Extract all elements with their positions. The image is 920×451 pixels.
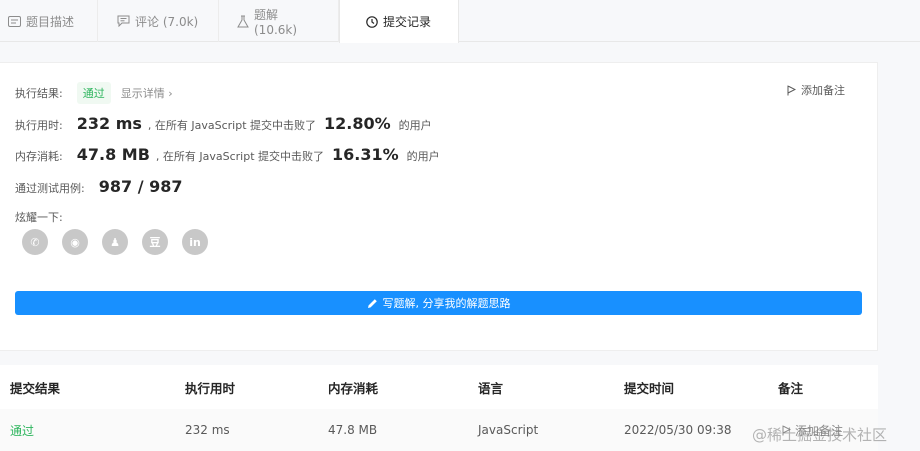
- tab-label: 题目描述: [26, 14, 75, 29]
- row-runtime: 232 ms: [185, 423, 230, 437]
- runtime-label: 执行用时:: [15, 119, 63, 132]
- flask-icon: [237, 15, 249, 27]
- tab-label: 提交记录: [383, 15, 432, 29]
- header-time: 提交时间: [624, 380, 675, 396]
- tab-description[interactable]: 题目描述: [0, 0, 98, 42]
- tab-label: 题解 (10.6k): [254, 7, 298, 37]
- runtime-middle-text: , 在所有 JavaScript 提交中击败了: [147, 119, 317, 132]
- status-badge: 通过: [76, 82, 111, 104]
- qq-icon[interactable]: ♟: [102, 229, 128, 255]
- write-solution-button[interactable]: 写题解, 分享我的解题思路: [15, 291, 862, 315]
- add-note-label: 添加备注: [801, 84, 845, 97]
- flag-icon: [787, 85, 796, 95]
- tab-label: 评论 (7.0k): [135, 14, 199, 29]
- show-details-link[interactable]: 显示详情 ›: [121, 85, 173, 101]
- share-label: 炫耀一下:: [15, 211, 63, 224]
- add-note-button[interactable]: 添加备注: [787, 82, 845, 98]
- share-icons: ✆ ◉ ♟ 豆 in: [22, 229, 208, 255]
- header-status: 提交结果: [10, 380, 61, 396]
- row-time: 2022/05/30 09:38: [624, 423, 732, 437]
- clock-icon: [366, 15, 378, 28]
- share-row: 炫耀一下:: [15, 209, 63, 225]
- result-row: 执行结果: 通过 显示详情 ›: [15, 82, 173, 104]
- memory-percent: 16.31%: [332, 145, 399, 164]
- tab-solutions[interactable]: 题解 (10.6k): [219, 0, 339, 42]
- description-icon: [8, 15, 21, 27]
- tests-label: 通过测试用例:: [15, 182, 85, 195]
- runtime-value: 232 ms: [76, 114, 142, 133]
- memory-suffix: 的用户: [406, 150, 440, 163]
- header-memory: 内存消耗: [328, 380, 379, 396]
- wechat-icon[interactable]: ✆: [22, 229, 48, 255]
- table-header: 提交结果 执行用时 内存消耗 语言 提交时间 备注: [0, 365, 878, 409]
- runtime-suffix: 的用户: [398, 119, 432, 132]
- comment-icon: [117, 15, 130, 27]
- tab-submissions[interactable]: 提交记录: [339, 0, 459, 43]
- runtime-row: 执行用时: 232 ms , 在所有 JavaScript 提交中击败了 12.…: [15, 114, 432, 133]
- tab-comments[interactable]: 评论 (7.0k): [98, 0, 219, 42]
- watermark: @稀土掘金技术社区: [752, 426, 888, 444]
- runtime-percent: 12.80%: [324, 114, 391, 133]
- memory-label: 内存消耗:: [15, 150, 63, 163]
- memory-row: 内存消耗: 47.8 MB , 在所有 JavaScript 提交中击败了 16…: [15, 145, 440, 164]
- header-note: 备注: [778, 380, 804, 396]
- memory-value: 47.8 MB: [76, 145, 150, 164]
- row-language: JavaScript: [478, 423, 539, 437]
- header-language: 语言: [478, 380, 504, 396]
- table-row[interactable]: 通过 232 ms 47.8 MB JavaScript 2022/05/30 …: [0, 409, 878, 451]
- douban-icon[interactable]: 豆: [142, 229, 168, 255]
- result-label: 执行结果:: [15, 87, 63, 100]
- weibo-icon[interactable]: ◉: [62, 229, 88, 255]
- row-memory: 47.8 MB: [328, 423, 378, 437]
- pencil-icon: [367, 298, 377, 308]
- submissions-table: 提交结果 执行用时 内存消耗 语言 提交时间 备注 通过 232 ms 47.8…: [0, 365, 878, 451]
- memory-middle-text: , 在所有 JavaScript 提交中击败了: [155, 150, 325, 163]
- tests-value: 987 / 987: [98, 177, 183, 196]
- linkedin-icon[interactable]: in: [182, 229, 208, 255]
- tests-row: 通过测试用例: 987 / 987: [15, 177, 183, 196]
- row-status[interactable]: 通过: [10, 409, 34, 451]
- tab-bar: 题目描述 评论 (7.0k) 题解 (10.6k) 提交记录: [0, 0, 920, 43]
- header-runtime: 执行用时: [185, 380, 236, 396]
- write-solution-label: 写题解, 分享我的解题思路: [382, 297, 511, 310]
